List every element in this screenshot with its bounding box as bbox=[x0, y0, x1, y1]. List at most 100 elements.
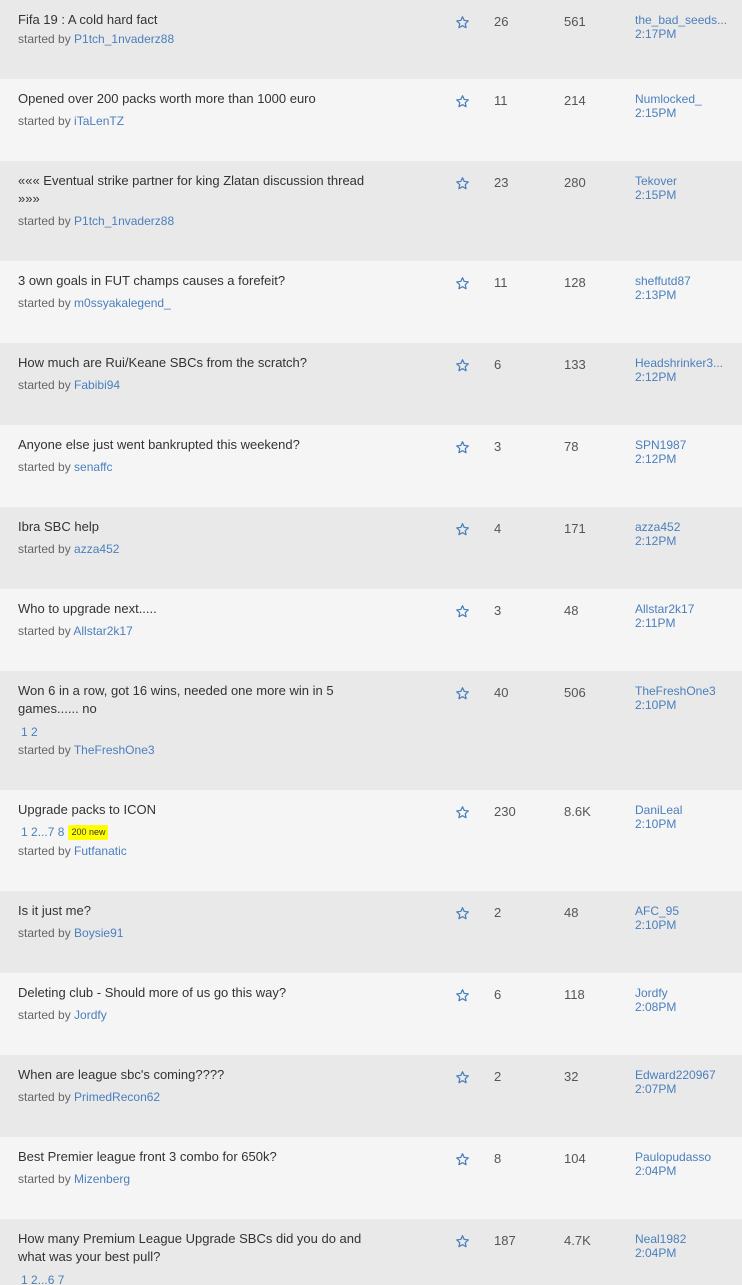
page-link[interactable]: 8 bbox=[58, 825, 65, 839]
replies-count: 40 bbox=[494, 685, 509, 700]
starter-username-link[interactable]: m0ssyakalegend_ bbox=[74, 296, 171, 310]
thread-title-link[interactable]: Opened over 200 packs worth more than 10… bbox=[18, 90, 368, 108]
last-post-time-link[interactable]: 2:04PM bbox=[635, 1164, 737, 1178]
star-icon[interactable] bbox=[455, 906, 471, 922]
thread-starter: started by Mizenberg bbox=[18, 1171, 130, 1187]
star-icon[interactable] bbox=[455, 1070, 471, 1086]
last-post-time-link[interactable]: 2:04PM bbox=[635, 1246, 737, 1260]
page-link[interactable]: 6 bbox=[48, 1273, 55, 1285]
starter-username-link[interactable]: Jordfy bbox=[74, 1008, 107, 1022]
thread-title-link[interactable]: When are league sbc's coming???? bbox=[18, 1066, 368, 1084]
page-link[interactable]: 2 bbox=[31, 825, 38, 839]
last-post-user-link[interactable]: Edward220967 bbox=[635, 1068, 737, 1082]
thread-title-link[interactable]: 3 own goals in FUT champs causes a foref… bbox=[18, 272, 368, 290]
star-icon[interactable] bbox=[455, 522, 471, 538]
starter-username-link[interactable]: iTaLenTZ bbox=[74, 114, 124, 128]
thread-title-link[interactable]: Won 6 in a row, got 16 wins, needed one … bbox=[18, 682, 368, 718]
star-icon[interactable] bbox=[455, 358, 471, 374]
last-post-time-link[interactable]: 2:17PM bbox=[635, 27, 737, 41]
last-post-time-link[interactable]: 2:10PM bbox=[635, 698, 737, 712]
last-post-user-link[interactable]: DaniLeal bbox=[635, 803, 737, 817]
star-icon[interactable] bbox=[455, 604, 471, 620]
thread-title-link[interactable]: Ibra SBC help bbox=[18, 518, 368, 536]
last-post-time-link[interactable]: 2:13PM bbox=[635, 288, 737, 302]
page-link[interactable]: 7 bbox=[48, 825, 55, 839]
star-icon[interactable] bbox=[455, 686, 471, 702]
thread-starter: started by senaffc bbox=[18, 459, 113, 475]
last-post-time-link[interactable]: 2:12PM bbox=[635, 534, 737, 548]
page-link[interactable]: 1 bbox=[21, 725, 28, 739]
starter-username-link[interactable]: Boysie91 bbox=[74, 926, 123, 940]
starter-username-link[interactable]: P1tch_1nvaderz88 bbox=[74, 32, 174, 46]
thread-title-link[interactable]: Best Premier league front 3 combo for 65… bbox=[18, 1148, 368, 1166]
last-post-user-link[interactable]: azza452 bbox=[635, 520, 737, 534]
last-post-time-link[interactable]: 2:10PM bbox=[635, 918, 737, 932]
thread-starter: started by azza452 bbox=[18, 541, 119, 557]
last-post-time-link[interactable]: 2:08PM bbox=[635, 1000, 737, 1014]
started-by-label: started by bbox=[18, 926, 71, 940]
star-icon[interactable] bbox=[455, 1152, 471, 1168]
thread-title-link[interactable]: How many Premium League Upgrade SBCs did… bbox=[18, 1230, 368, 1266]
last-post-user-link[interactable]: TheFreshOne3 bbox=[635, 684, 737, 698]
last-post-user-link[interactable]: AFC_95 bbox=[635, 904, 737, 918]
started-by-label: started by bbox=[18, 743, 71, 757]
starter-username-link[interactable]: TheFreshOne3 bbox=[74, 743, 155, 757]
last-post-time-link[interactable]: 2:12PM bbox=[635, 370, 737, 384]
thread-starter: started by Allstar2k17 bbox=[18, 623, 133, 639]
page-link[interactable]: 2 bbox=[31, 1273, 38, 1285]
star-icon[interactable] bbox=[455, 988, 471, 1004]
last-post-user-link[interactable]: the_bad_seeds... bbox=[635, 13, 737, 27]
thread-title-link[interactable]: How much are Rui/Keane SBCs from the scr… bbox=[18, 354, 368, 372]
star-icon[interactable] bbox=[455, 440, 471, 456]
thread-row: Is it just me? started by Boysie91 2 48 AFC_… bbox=[0, 891, 742, 973]
views-count: 32 bbox=[564, 1069, 579, 1084]
last-post-user-link[interactable]: Numlocked_ bbox=[635, 92, 737, 106]
starter-username-link[interactable]: Fabibi94 bbox=[74, 378, 120, 392]
last-post: Headshrinker3... 2:12PM bbox=[635, 356, 737, 384]
last-post-user-link[interactable]: Headshrinker3... bbox=[635, 356, 737, 370]
last-post-user-link[interactable]: Neal1982 bbox=[635, 1232, 737, 1246]
last-post-user-link[interactable]: SPN1987 bbox=[635, 438, 737, 452]
starter-username-link[interactable]: PrimedRecon62 bbox=[74, 1090, 160, 1104]
star-icon[interactable] bbox=[455, 805, 471, 821]
star-icon[interactable] bbox=[455, 94, 471, 110]
last-post-time-link[interactable]: 2:15PM bbox=[635, 188, 737, 202]
page-link[interactable]: 1 bbox=[21, 1273, 28, 1285]
star-icon[interactable] bbox=[455, 1234, 471, 1250]
started-by-label: started by bbox=[18, 114, 71, 128]
thread-title-link[interactable]: ««« Eventual strike partner for king Zla… bbox=[18, 172, 368, 208]
last-post-time-link[interactable]: 2:10PM bbox=[635, 817, 737, 831]
thread-title-link[interactable]: Upgrade packs to ICON bbox=[18, 801, 368, 819]
star-icon[interactable] bbox=[455, 15, 471, 31]
thread-row: When are league sbc's coming???? started … bbox=[0, 1055, 742, 1137]
starter-username-link[interactable]: azza452 bbox=[74, 542, 119, 556]
last-post-user-link[interactable]: sheffutd87 bbox=[635, 274, 737, 288]
last-post-user-link[interactable]: Tekover bbox=[635, 174, 737, 188]
starter-username-link[interactable]: Futfanatic bbox=[74, 844, 127, 858]
thread-title-link[interactable]: Fifa 19 : A cold hard fact bbox=[18, 11, 368, 29]
thread-title-link[interactable]: Is it just me? bbox=[18, 902, 368, 920]
last-post-user-link[interactable]: Jordfy bbox=[635, 986, 737, 1000]
last-post-time-link[interactable]: 2:15PM bbox=[635, 106, 737, 120]
last-post: Paulopudasso 2:04PM bbox=[635, 1150, 737, 1178]
thread-title-link[interactable]: Who to upgrade next..... bbox=[18, 600, 368, 618]
starter-username-link[interactable]: Allstar2k17 bbox=[73, 624, 132, 638]
star-icon[interactable] bbox=[455, 176, 471, 192]
last-post-user-link[interactable]: Allstar2k17 bbox=[635, 602, 737, 616]
starter-username-link[interactable]: P1tch_1nvaderz88 bbox=[74, 214, 174, 228]
last-post-user-link[interactable]: Paulopudasso bbox=[635, 1150, 737, 1164]
thread-title-link[interactable]: Deleting club - Should more of us go thi… bbox=[18, 984, 368, 1002]
star-icon[interactable] bbox=[455, 276, 471, 292]
new-posts-badge[interactable]: 200 new bbox=[68, 825, 109, 840]
page-link[interactable]: 7 bbox=[58, 1273, 65, 1285]
page-link[interactable]: 2 bbox=[31, 725, 38, 739]
replies-count: 187 bbox=[494, 1233, 516, 1248]
thread-title-link[interactable]: Anyone else just went bankrupted this we… bbox=[18, 436, 368, 454]
page-link[interactable]: 1 bbox=[21, 825, 28, 839]
last-post-time-link[interactable]: 2:12PM bbox=[635, 452, 737, 466]
last-post-time-link[interactable]: 2:07PM bbox=[635, 1082, 737, 1096]
starter-username-link[interactable]: senaffc bbox=[74, 460, 112, 474]
starter-username-link[interactable]: Mizenberg bbox=[74, 1172, 130, 1186]
last-post-time-link[interactable]: 2:11PM bbox=[635, 616, 737, 630]
thread-starter: started by Jordfy bbox=[18, 1007, 107, 1023]
